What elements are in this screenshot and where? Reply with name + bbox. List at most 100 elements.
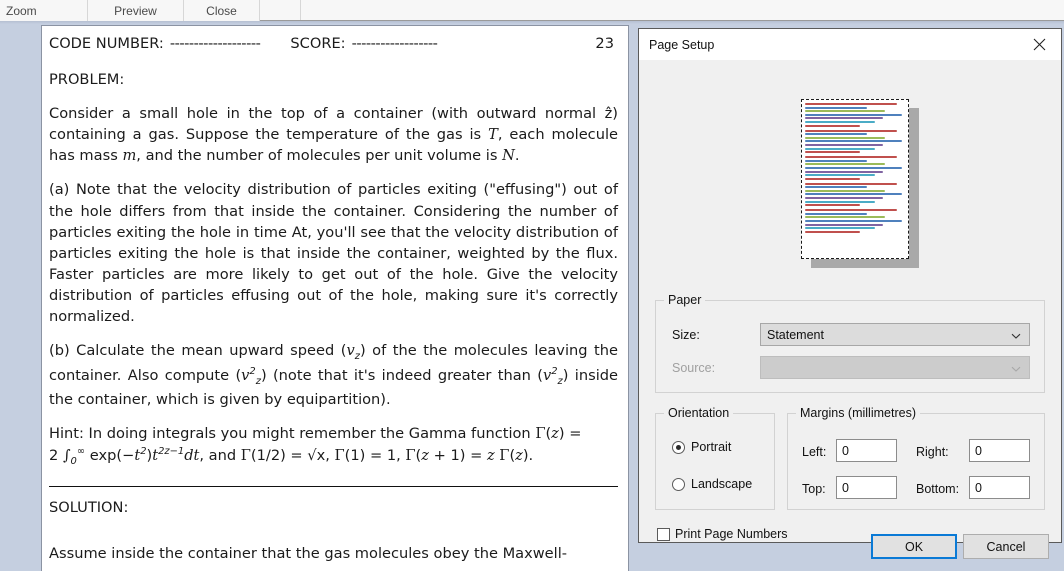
close-icon[interactable] <box>1017 29 1061 60</box>
preview-text-line <box>805 216 885 219</box>
paper-size-select[interactable]: Statement <box>760 323 1030 346</box>
chevron-down-glyph <box>1011 333 1021 339</box>
hint-exponent: 2z−1 <box>158 446 185 458</box>
preview-text-line <box>805 200 875 203</box>
orientation-group-legend: Orientation <box>664 406 734 420</box>
page-setup-dialog: Page Setup Paper Size: Statement Source:… <box>638 28 1062 559</box>
problem-part-b: (b) Calculate the mean upward speed (vz)… <box>49 340 618 410</box>
preview-text-line <box>805 197 883 200</box>
paper-source-label: Source: <box>672 361 716 375</box>
score-dashes: ------------------ <box>351 35 438 52</box>
preview-text-line <box>805 106 867 109</box>
close-icon-glyph <box>1033 38 1045 51</box>
hint-dt: dt <box>184 447 200 465</box>
problem-intro-paragraph: Consider a small hole in the top of a co… <box>49 103 618 166</box>
symbol-v: v <box>346 342 355 360</box>
preview-text-line <box>805 163 885 166</box>
hint-and: , and <box>199 447 241 465</box>
preview-text-line <box>805 209 897 212</box>
preview-lines <box>805 103 905 233</box>
preview-text-line <box>805 117 883 120</box>
preview-text-line <box>805 129 897 132</box>
preview-text-line <box>805 177 860 180</box>
code-number-dashes: ------------------- <box>169 35 261 52</box>
toolbar-shadow <box>0 21 1064 24</box>
orientation-landscape-option[interactable]: Landscape <box>672 477 752 491</box>
preview-text-line <box>805 193 902 196</box>
preview-text-line <box>805 189 885 192</box>
hint-text-1: Hint: In doing integrals you might remem… <box>49 425 536 443</box>
toolbar-zoom[interactable]: Zoom <box>0 0 88 21</box>
hint-z-3: z <box>486 447 495 465</box>
margin-bottom-input[interactable]: 0 <box>969 476 1030 499</box>
orientation-landscape-label: Landscape <box>691 477 753 491</box>
gamma-1: Γ <box>535 425 546 443</box>
preview-text-line <box>805 136 885 139</box>
preview-text-line <box>805 220 902 223</box>
preview-text-line <box>805 113 902 116</box>
preview-text-line <box>805 159 867 162</box>
print-page-numbers-option[interactable]: Print Page Numbers <box>657 527 788 541</box>
preview-text-line <box>805 212 867 215</box>
toolbar-preview[interactable]: Preview <box>88 0 184 21</box>
preview-text-line <box>805 223 883 226</box>
document-content: CODE NUMBER: ------------------- SCORE: … <box>42 26 628 564</box>
margin-left-input[interactable]: 0 <box>836 439 897 462</box>
page-preview <box>639 68 1061 290</box>
cancel-button-label: Cancel <box>986 539 1026 554</box>
cancel-button[interactable]: Cancel <box>963 534 1049 559</box>
code-number-label: CODE NUMBER: <box>49 35 164 52</box>
margin-left-label: Left: <box>802 445 827 459</box>
preview-text-line <box>805 140 902 143</box>
dialog-title: Page Setup <box>649 37 715 52</box>
chevron-down-glyph-source <box>1011 366 1021 372</box>
orientation-portrait-option[interactable]: Portrait <box>672 440 731 454</box>
preview-text-line <box>805 230 860 233</box>
problem-hint-line-2: 2 ∫0∞ exp(−t2)t2z−1dt, and Γ(1/2) = √x, … <box>49 445 618 470</box>
symbol-T: T <box>488 126 498 144</box>
intro-text-4: . <box>514 147 520 165</box>
margin-top-input[interactable]: 0 <box>836 476 897 499</box>
print-page-numbers-label: Print Page Numbers <box>675 527 788 541</box>
preview-text-line <box>805 182 897 185</box>
preview-text-line <box>805 174 875 177</box>
margin-bottom-value: 0 <box>975 480 982 495</box>
part-b-text-3: ) (note that it's indeed greater than ( <box>260 366 543 384</box>
toolbar-close[interactable]: Close <box>184 0 260 21</box>
print-preview-toolbar: Zoom Preview Close <box>0 0 1064 21</box>
ok-button[interactable]: OK <box>871 534 957 559</box>
margin-right-input[interactable]: 0 <box>969 439 1030 462</box>
part-b-text-1: (b) Calculate the mean upward speed ( <box>49 342 347 360</box>
preview-text-block <box>805 182 905 207</box>
hint-one: (1) = 1, <box>344 447 406 465</box>
margin-right-label: Right: <box>916 445 949 459</box>
integral-sign: ∫ <box>62 447 71 465</box>
integral-upper: ∞ <box>76 446 86 458</box>
margin-top-label: Top: <box>802 482 826 496</box>
integral-lower: 0 <box>70 455 77 467</box>
gamma-4: Γ <box>405 447 416 465</box>
preview-text-line <box>805 170 883 173</box>
problem-label: PROBLEM: <box>49 70 125 88</box>
radio-landscape-icon <box>672 477 685 491</box>
chevron-down-icon <box>1011 330 1021 340</box>
hint-exp: exp(− <box>85 447 135 465</box>
margins-group: Margins (millimetres) Left: 0 Right: 0 T… <box>787 406 1045 510</box>
preview-text-line <box>805 110 885 113</box>
preview-text-line <box>805 143 883 146</box>
paper-group: Paper Size: Statement Source: <box>655 293 1045 393</box>
ok-button-label: OK <box>904 539 924 554</box>
section-divider <box>49 485 618 487</box>
preview-text-line <box>805 204 860 207</box>
page-number: 23 <box>595 35 614 52</box>
preview-text-line <box>805 103 897 105</box>
symbol-N: N <box>502 147 515 165</box>
preview-text-block <box>805 103 905 127</box>
gamma-2: Γ <box>240 447 251 465</box>
problem-part-a: (a) Note that the velocity distribution … <box>49 181 618 326</box>
document-page: CODE NUMBER: ------------------- SCORE: … <box>41 25 629 571</box>
score-label: SCORE: <box>290 35 346 52</box>
checkbox-print-page-numbers-icon <box>657 527 670 541</box>
dialog-titlebar: Page Setup <box>639 29 1061 60</box>
